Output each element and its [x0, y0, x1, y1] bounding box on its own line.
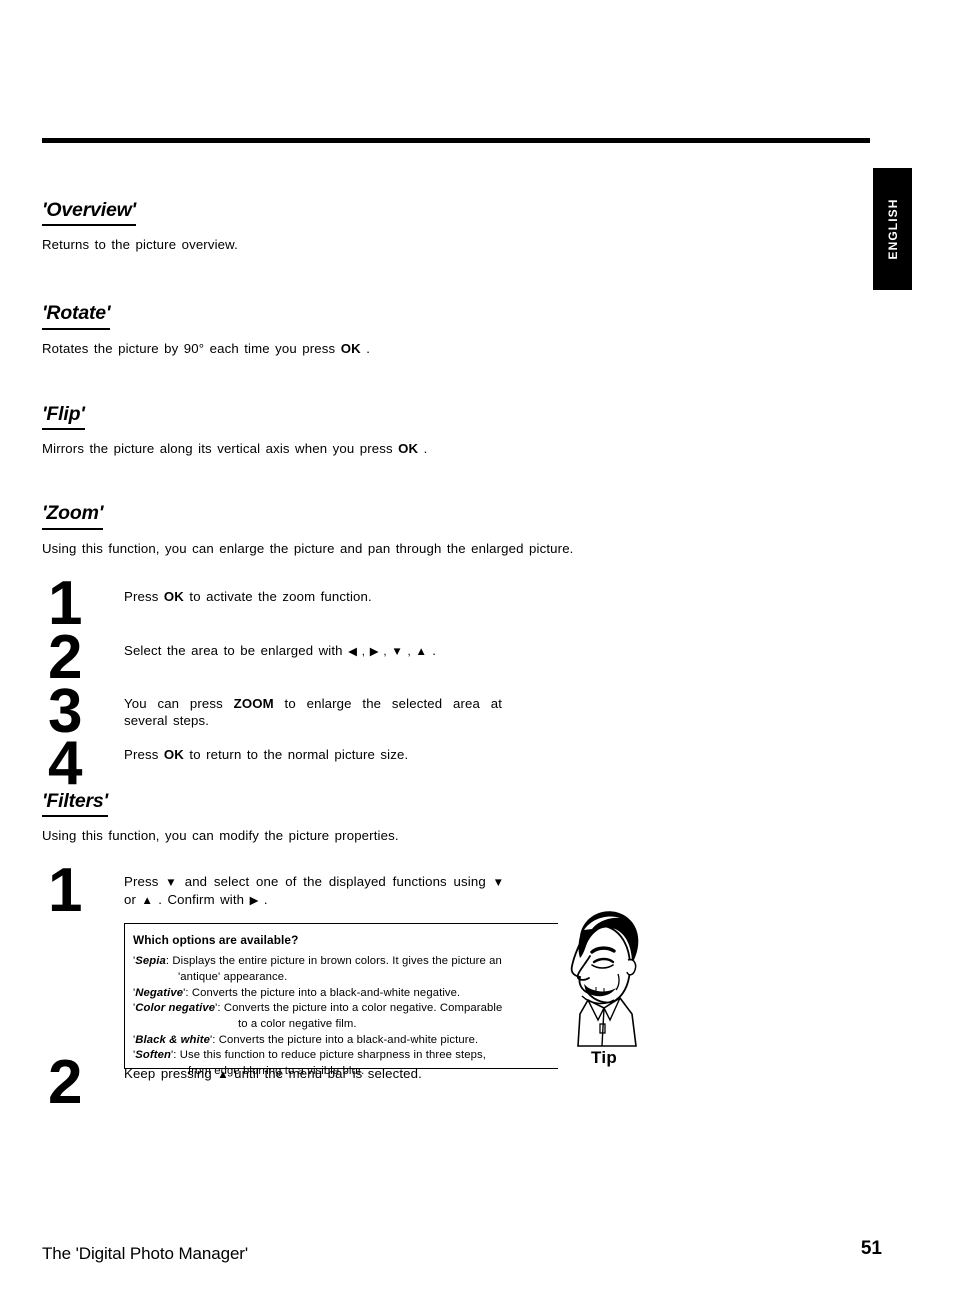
- zoom-steps: 1 Press OK to activate the zoom function…: [42, 568, 870, 798]
- zoom-step-3-pre: You can press: [124, 695, 234, 711]
- section-overview: 'Overview': [42, 199, 870, 227]
- rotate-text-post: .: [360, 340, 371, 356]
- tip-box: Which options are available? 'Sepia: Dis…: [124, 922, 598, 1077]
- tip-desc: Converts the picture into a black-and-wh…: [191, 986, 461, 999]
- tip-entry: 'Color negative': Converts the picture i…: [133, 1001, 587, 1017]
- zoom-step-1-pre: Press: [124, 588, 164, 604]
- manual-page: ENGLISH 'Overview' Returns to the pictur…: [0, 0, 954, 1302]
- zoom-step-4-pre: Press: [124, 746, 164, 762]
- section-heading-rotate: 'Rotate': [42, 303, 111, 330]
- tip-term: Negative: [135, 986, 184, 999]
- filter-step-1-pre: Press: [124, 873, 166, 889]
- tip-sep: ':: [183, 986, 192, 999]
- tip-entry: 'Negative': Converts the picture into a …: [133, 986, 587, 1002]
- tip-desc: Converts the picture into a black-and-wh…: [218, 1033, 479, 1046]
- filter-steps: 1 Press ▼ and select one of the displaye…: [42, 855, 870, 1117]
- arrow-up-icon: ▲: [141, 895, 153, 908]
- zoom-step-1-key: OK: [163, 588, 184, 604]
- section-zoom: 'Zoom': [42, 502, 870, 530]
- footer-title: The 'Digital Photo Manager': [42, 1244, 249, 1263]
- section-body-filters: Using this function, you can modify the …: [42, 828, 399, 843]
- zoom-step-1-post: to activate the zoom function.: [183, 588, 372, 604]
- step-number: 2: [48, 622, 82, 692]
- zoom-step-4-text: Press OK to return to the normal picture…: [124, 746, 502, 764]
- tip-desc: Converts the picture into a color negati…: [223, 1002, 503, 1015]
- filter-step-1-mid: and select one of the displayed function…: [177, 873, 493, 889]
- zoom-step-4-post: to return to the normal picture size.: [183, 746, 409, 762]
- flip-text-post: .: [418, 441, 428, 457]
- step-number: 1: [48, 855, 82, 925]
- language-tab-label: ENGLISH: [885, 198, 900, 260]
- tip-term: Sepia: [135, 955, 166, 968]
- flip-text-pre: Mirrors the picture along its vertical a…: [42, 441, 399, 457]
- tip-entry: 'Sepia: Displays the entire picture in b…: [133, 954, 587, 970]
- tip-sep: ':: [171, 1049, 180, 1062]
- zoom-step-2-post: .: [426, 642, 437, 658]
- arrow-down-icon: ▼: [492, 876, 504, 889]
- tip-term: Black & white: [135, 1033, 211, 1046]
- tip-desc: Displays the entire picture in brown col…: [172, 955, 502, 968]
- flip-key-ok: OK: [398, 441, 419, 457]
- section-flip: 'Flip': [42, 403, 870, 431]
- tip-face-icon: [558, 895, 650, 1071]
- section-body-overview: Returns to the picture overview.: [42, 237, 238, 253]
- tip-term: Color negative: [135, 1002, 216, 1015]
- tip-entry: 'Soften': Use this function to reduce pi…: [133, 1048, 587, 1064]
- section-body-flip: Mirrors the picture along its vertical a…: [42, 440, 870, 458]
- tip-term: Soften: [135, 1049, 172, 1062]
- tip-desc: Use this function to reduce picture shar…: [179, 1049, 487, 1062]
- filter-step-1-post: .: [258, 892, 268, 908]
- zoom-step-3-text: You can press ZOOM to enlarge the select…: [124, 695, 502, 731]
- zoom-step-2-text: Select the area to be enlarged with ◀ , …: [124, 642, 502, 661]
- filter-step-1-text: Press ▼ and select one of the displayed …: [124, 873, 504, 910]
- zoom-step-1-text: Press OK to activate the zoom function.: [124, 588, 502, 606]
- direction-arrows-icon: ◀ , ▶ , ▼ , ▲: [348, 645, 427, 658]
- zoom-step-3-key: ZOOM: [233, 695, 274, 711]
- tip-box-title: Which options are available?: [133, 932, 299, 947]
- header-rule: [42, 138, 870, 143]
- rotate-key-ok: OK: [340, 340, 361, 356]
- tip-box-content: Which options are available? 'Sepia: Dis…: [125, 924, 597, 1080]
- section-body-zoom: Using this function, you can enlarge the…: [42, 540, 574, 556]
- section-heading-zoom: 'Zoom': [42, 502, 103, 530]
- page-number: 51: [860, 1238, 882, 1259]
- tip-sep: ':: [215, 1002, 224, 1015]
- arrow-down-icon: ▼: [165, 876, 178, 889]
- filter-step-2-post: until the menu bar is selected.: [228, 1065, 422, 1081]
- filter-step-1-mid3: . Confirm with: [152, 892, 250, 908]
- tip-entry-cont: 'antique' appearance.: [178, 970, 288, 983]
- tip-sep: ':: [210, 1033, 219, 1046]
- step-number: 2: [48, 1047, 82, 1117]
- page-content: 'Overview' Returns to the picture overvi…: [42, 199, 870, 1117]
- zoom-step-4-key: OK: [163, 746, 184, 762]
- tip-entry: 'Black & white': Converts the picture in…: [133, 1033, 587, 1049]
- arrow-up-icon: ▲: [217, 1068, 229, 1081]
- tip-entry-cont: to a color negative film.: [238, 1017, 357, 1030]
- zoom-step-2-pre: Select the area to be enlarged with: [124, 642, 349, 658]
- section-heading-overview: 'Overview': [42, 199, 136, 227]
- section-body-rotate: Rotates the picture by 90° each time you…: [42, 340, 870, 358]
- step-number: 1: [48, 568, 82, 638]
- section-heading-flip: 'Flip': [42, 403, 85, 431]
- language-tab: ENGLISH: [873, 168, 912, 290]
- step-number: 4: [48, 728, 82, 798]
- tip-label: Tip: [590, 1047, 618, 1067]
- section-rotate: 'Rotate': [42, 303, 870, 330]
- rotate-text-pre: Rotates the picture by 90° each time you…: [42, 340, 341, 356]
- filter-step-2-text: Keep pressing ▲ until the menu bar is se…: [124, 1065, 502, 1084]
- filter-step-1-mid2: or: [124, 892, 142, 908]
- filter-step-2-pre: Keep pressing: [124, 1065, 218, 1081]
